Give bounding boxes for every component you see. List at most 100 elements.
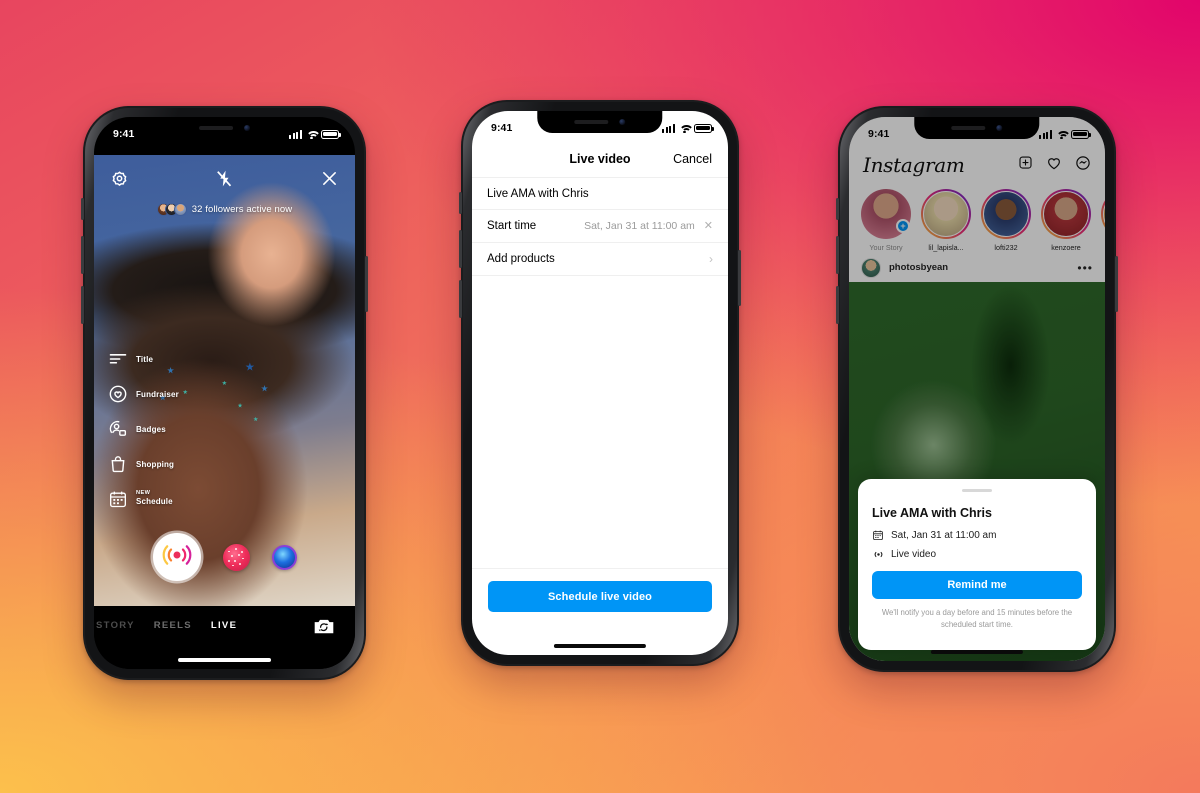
volume-down-button[interactable] (81, 286, 84, 324)
live-tool-title[interactable]: Title (108, 349, 179, 369)
badges-person-icon (108, 419, 128, 439)
shopping-bag-icon (108, 454, 128, 474)
battery-icon (694, 123, 714, 133)
volume-up-button[interactable] (459, 230, 462, 268)
capture-controls (94, 533, 355, 581)
front-camera (244, 125, 250, 131)
clear-x-icon[interactable]: ✕ (704, 220, 713, 232)
status-time: 9:41 (868, 128, 890, 140)
flash-off-icon[interactable] (215, 169, 234, 188)
live-tool-title-label: Title (136, 354, 154, 364)
active-follower-avatars (156, 203, 187, 216)
cellular-bars-icon (1038, 129, 1052, 139)
phone-live-camera: 9:41 32 followers active now Title Fundr… (81, 106, 368, 680)
volume-up-button[interactable] (81, 236, 84, 274)
live-tool-shopping[interactable]: Shopping (108, 454, 179, 474)
active-followers-label: 32 followers active now (191, 204, 293, 215)
earpiece-speaker (951, 126, 986, 130)
schedule-new-badge: NEW (136, 490, 151, 496)
instagram-feed: Instagram + Your Story lil_lapisla... lo… (849, 117, 1105, 661)
cellular-bars-icon (661, 123, 675, 133)
sheet-date-row: Sat, Jan 31 at 11:00 am (872, 529, 1082, 541)
wifi-icon (1056, 130, 1068, 140)
form-rows: Live AMA with Chris Start time Sat, Jan … (472, 177, 728, 276)
wifi-icon (306, 130, 318, 140)
battery-icon (321, 129, 341, 139)
start-time-value: Sat, Jan 31 at 11:00 am (584, 220, 695, 232)
row-start-time[interactable]: Start time Sat, Jan 31 at 11:00 am ✕ (472, 210, 728, 243)
sparkle-effect-button[interactable] (222, 543, 250, 571)
reminder-bottom-sheet: Live AMA with Chris Sat, Jan 31 at 11:00… (858, 479, 1096, 650)
device-notch (537, 111, 663, 133)
remind-me-button[interactable]: Remind me (872, 571, 1082, 600)
mode-tab-strip: STORY REELS LIVE (96, 620, 237, 631)
camera-top-controls (94, 155, 355, 201)
home-indicator (553, 644, 647, 648)
add-products-label: Add products (487, 253, 555, 265)
cancel-button[interactable]: Cancel (673, 152, 712, 166)
live-tool-badges-label: Badges (136, 424, 166, 434)
mute-switch[interactable] (81, 198, 84, 220)
sheet-date-text: Sat, Jan 31 at 11:00 am (891, 529, 997, 541)
live-tools-menu: Title Fundraiser Badges Shopping NEW Sch… (108, 349, 179, 509)
device-notch (160, 117, 289, 139)
live-tool-schedule-label: Schedule (136, 497, 173, 506)
power-button[interactable] (365, 256, 368, 312)
footer-divider (472, 568, 728, 569)
live-tool-fundraiser-label: Fundraiser (136, 389, 179, 399)
device-notch (914, 117, 1040, 139)
power-button[interactable] (1115, 256, 1118, 312)
calendar-icon (872, 529, 884, 541)
live-tool-badges[interactable]: Badges (108, 419, 179, 439)
settings-gear-icon[interactable] (111, 170, 128, 187)
calendar-schedule-icon (108, 489, 128, 509)
fundraiser-heart-icon (108, 384, 128, 404)
phone-schedule-form: 9:41 Live video Cancel Live AMA with Chr… (459, 100, 741, 666)
live-tool-shopping-label: Shopping (136, 459, 175, 469)
sheet-title: Live AMA with Chris (872, 506, 992, 521)
power-button[interactable] (738, 250, 741, 306)
live-broadcast-button[interactable] (152, 533, 201, 581)
flip-camera-icon[interactable] (313, 616, 335, 636)
volume-up-button[interactable] (836, 236, 839, 274)
live-broadcast-icon (160, 542, 194, 573)
tab-reels[interactable]: REELS (154, 620, 192, 631)
active-followers-indicator: 32 followers active now (94, 203, 355, 216)
page-title: Live video (569, 152, 631, 166)
live-tool-fundraiser[interactable]: Fundraiser (108, 384, 179, 404)
tab-story[interactable]: STORY (96, 620, 135, 631)
bubble-effect-button[interactable] (271, 544, 297, 570)
row-add-products[interactable]: Add products › (472, 243, 728, 276)
volume-down-button[interactable] (459, 280, 462, 318)
title-lines-icon (108, 349, 128, 369)
earpiece-speaker (199, 126, 233, 130)
status-time: 9:41 (491, 122, 513, 134)
live-video-form: 9:41 Live video Cancel Live AMA with Chr… (472, 111, 728, 655)
sheet-grabber[interactable] (962, 489, 992, 493)
sheet-type-text: Live video (891, 548, 937, 560)
row-live-title[interactable]: Live AMA with Chris (472, 177, 728, 210)
screen-live-camera: 9:41 32 followers active now Title Fundr… (94, 117, 355, 669)
status-time: 9:41 (113, 128, 135, 140)
volume-down-button[interactable] (836, 286, 839, 324)
sheet-type-row: Live video (872, 548, 1082, 560)
cellular-bars-icon (288, 129, 302, 139)
battery-icon (1071, 129, 1091, 139)
live-video-icon (872, 548, 884, 560)
sheet-note: We'll notify you a day before and 15 min… (881, 608, 1073, 629)
chevron-right-icon: › (709, 252, 713, 266)
live-title-input-value[interactable]: Live AMA with Chris (487, 188, 589, 200)
earpiece-speaker (574, 120, 609, 124)
front-camera (996, 125, 1003, 131)
live-tool-schedule[interactable]: NEW Schedule (108, 489, 179, 509)
start-time-label: Start time (487, 220, 537, 232)
wifi-icon (679, 124, 691, 134)
screen-feed-reminder: Instagram + Your Story lil_lapisla... lo… (849, 117, 1105, 661)
tab-live[interactable]: LIVE (211, 620, 237, 631)
front-camera (619, 119, 626, 125)
home-indicator (930, 650, 1024, 654)
schedule-live-video-button[interactable]: Schedule live video (488, 581, 712, 612)
mute-switch[interactable] (836, 198, 839, 220)
mute-switch[interactable] (459, 192, 462, 214)
close-x-icon[interactable] (321, 170, 338, 187)
